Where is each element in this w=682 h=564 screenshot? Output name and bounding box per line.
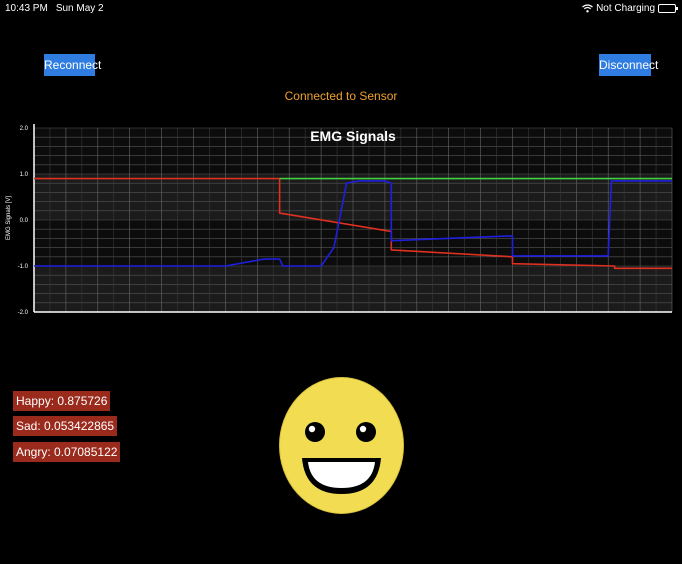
reconnect-button[interactable]: Reconnect [44,54,101,76]
emg-chart: 2.0 1.0 0.0 -1.0 -2.0 EMG Signals EMG Signal… [0,118,682,318]
connection-status: Connected to Sensor [284,89,398,103]
angry-probability: Angry: 0.07085122 [13,442,121,462]
emg-chart-svg: 2.0 1.0 0.0 -1.0 -2.0 EMG Signals EMG Signal… [6,124,673,316]
status-date: Sun May 2 [55,3,104,14]
chart-ytick-label: 2.0 [20,126,29,132]
disconnect-button[interactable]: Disconnect [599,54,658,76]
chart-ytick-label: 1.0 [20,172,29,178]
chart-ytick-label: 0.0 [20,218,29,224]
status-right: Not Charging [582,3,678,14]
smiley-face-icon [279,377,404,514]
chart-ytick-label: -1.0 [18,264,29,270]
sad-probability: Sad: 0.053422865 [13,416,118,436]
chart-title: EMG Signals [310,128,396,144]
chart-ylabel: EMG Signals [V] [6,196,12,240]
battery-icon [658,4,678,13]
happy-probability: Happy: 0.875726 [13,391,111,411]
status-left: 10:43 PM Sun May 2 [5,3,112,14]
status-bar: 10:43 PM Sun May 2 Not Charging [0,0,682,16]
status-time: 10:43 PM [5,3,48,14]
wifi-icon [582,4,593,13]
charging-status: Not Charging [596,3,655,14]
chart-ytick-label: -2.0 [18,310,29,316]
